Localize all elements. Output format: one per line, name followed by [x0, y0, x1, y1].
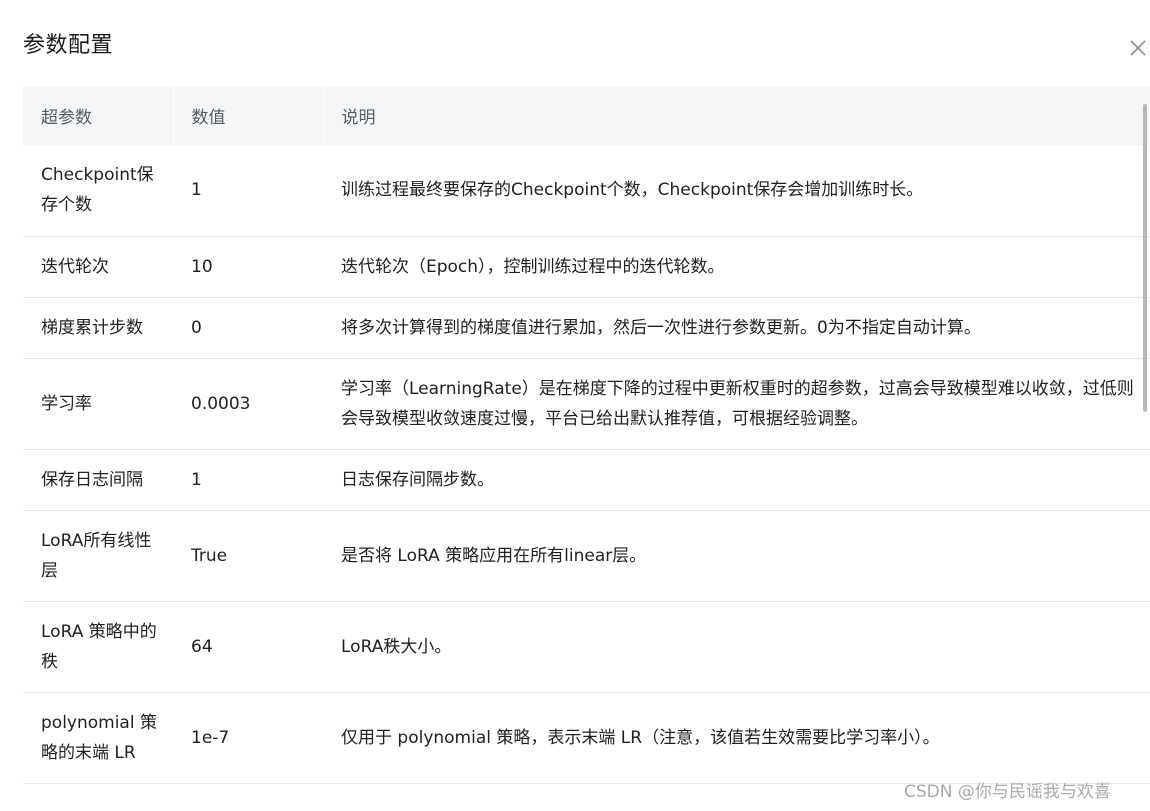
watermark: CSDN @你与民谣我与欢喜 — [904, 782, 1111, 802]
table-row: 迭代轮次 10 迭代轮次（Epoch），控制训练过程中的迭代轮数。 — [23, 236, 1150, 298]
param-name: polynomial 策略的末端 LR — [23, 692, 173, 784]
param-value: 1 — [173, 449, 323, 511]
param-name: Checkpoint保存个数 — [23, 145, 173, 237]
param-value: 1e-7 — [173, 692, 323, 784]
table-row: 学习率 0.0003 学习率（LearningRate）是在梯度下降的过程中更新… — [23, 358, 1150, 450]
table-row: Checkpoint保存个数 1 训练过程最终要保存的Checkpoint个数，… — [23, 145, 1150, 237]
param-description: 训练过程最终要保存的Checkpoint个数，Checkpoint保存会增加训练… — [323, 145, 1150, 237]
param-name: LoRA 策略中的秩 — [23, 601, 173, 693]
table-header: 超参数 数值 说明 — [23, 86, 1150, 145]
table-row: 梯度累计步数 0 将多次计算得到的梯度值进行累加，然后一次性进行参数更新。0为不… — [23, 297, 1150, 359]
param-value: 64 — [173, 601, 323, 693]
column-header-description: 说明 — [323, 86, 1150, 145]
param-value: 0.0003 — [173, 358, 323, 450]
param-description: 学习率（LearningRate）是在梯度下降的过程中更新权重时的超参数，过高会… — [323, 358, 1150, 450]
param-description: 迭代轮次（Epoch），控制训练过程中的迭代轮数。 — [323, 236, 1150, 298]
param-description: 日志保存间隔步数。 — [323, 449, 1150, 511]
table-row: LoRA 策略中的秩 64 LoRA秩大小。 — [23, 601, 1150, 693]
table-row: 保存日志间隔 1 日志保存间隔步数。 — [23, 449, 1150, 511]
param-name: 迭代轮次 — [23, 236, 173, 298]
close-icon — [1130, 40, 1146, 56]
param-value: 10 — [173, 236, 323, 298]
param-name: 学习率 — [23, 358, 173, 450]
param-name: 梯度累计步数 — [23, 297, 173, 359]
param-name: LoRA所有线性层 — [23, 510, 173, 602]
param-value: 0 — [173, 297, 323, 359]
param-description: LoRA秩大小。 — [323, 601, 1150, 693]
param-description: 仅用于 polynomial 策略，表示末端 LR（注意，该值若生效需要比学习率… — [323, 692, 1150, 784]
param-description: 将多次计算得到的梯度值进行累加，然后一次性进行参数更新。0为不指定自动计算。 — [323, 297, 1150, 359]
table-row: polynomial 策略的末端 LR 1e-7 仅用于 polynomial … — [23, 692, 1150, 784]
parameter-table: 超参数 数值 说明 Checkpoint保存个数 1 训练过程最终要保存的Che… — [23, 86, 1150, 784]
column-header-value: 数值 — [173, 86, 324, 145]
param-description: 是否将 LoRA 策略应用在所有linear层。 — [323, 510, 1150, 602]
parameter-table-container[interactable]: 超参数 数值 说明 Checkpoint保存个数 1 训练过程最终要保存的Che… — [23, 86, 1150, 811]
vertical-scrollbar[interactable] — [1143, 104, 1147, 412]
close-button[interactable] — [1124, 34, 1150, 62]
column-header-param: 超参数 — [23, 86, 174, 145]
param-value: 1 — [173, 145, 323, 237]
param-value: True — [173, 510, 323, 602]
table-row: LoRA所有线性层 True 是否将 LoRA 策略应用在所有linear层。 — [23, 510, 1150, 602]
param-name: 保存日志间隔 — [23, 449, 173, 511]
dialog-title: 参数配置 — [23, 33, 114, 58]
parameter-config-dialog: 参数配置 超参数 数值 说明 Checkpoint保存个数 1 训练过程最终要保… — [0, 0, 1150, 811]
